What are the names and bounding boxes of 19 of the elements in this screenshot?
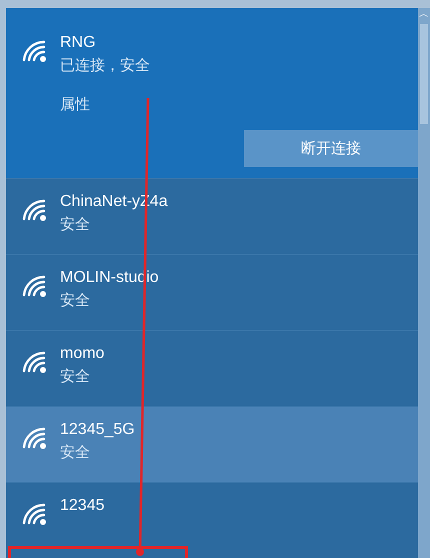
network-security: 安全 xyxy=(60,442,91,463)
network-name: momo xyxy=(60,344,104,364)
wifi-icon xyxy=(22,427,48,449)
network-security: 安全 xyxy=(60,290,91,311)
wifi-icon xyxy=(22,503,48,525)
disconnect-button[interactable]: 断开连接 xyxy=(244,130,418,167)
wifi-icon xyxy=(22,275,48,297)
wifi-icon xyxy=(22,40,48,62)
network-name: RNG xyxy=(60,33,97,53)
network-name: 12345 xyxy=(60,496,104,516)
properties-link[interactable]: 属性 xyxy=(60,95,90,113)
wifi-icon xyxy=(22,351,48,373)
network-item[interactable]: 12345_5G 安全 xyxy=(6,406,418,482)
scroll-thumb[interactable] xyxy=(420,24,428,124)
wifi-icon xyxy=(22,199,48,221)
network-security: 安全 xyxy=(60,366,91,387)
network-status: 已连接，安全 xyxy=(60,55,150,76)
network-security: 安全 xyxy=(60,214,91,235)
network-name: 12345_5G xyxy=(60,420,135,440)
